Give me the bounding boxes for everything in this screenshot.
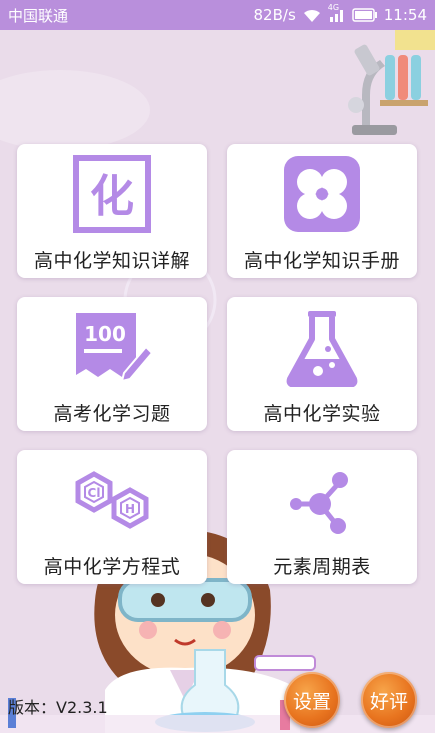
petals-icon	[284, 156, 360, 232]
signal-icon: 4G	[328, 3, 346, 23]
hexagon-molecule-icon: Cl H	[75, 471, 149, 529]
svg-text:100: 100	[84, 322, 126, 346]
card-exam-exercises[interactable]: 100 高考化学习题	[17, 297, 207, 431]
rate-button[interactable]: 好评	[361, 672, 417, 728]
card-knowledge-handbook[interactable]: 高中化学知识手册	[227, 144, 417, 278]
card-label: 元素周期表	[273, 556, 371, 578]
battery-icon	[352, 8, 377, 22]
network-speed: 82B/s	[253, 6, 296, 24]
card-label: 高中化学知识手册	[243, 250, 400, 272]
version-label: 版本：V2.3.1	[8, 698, 108, 717]
hua-character-icon: 化	[73, 155, 151, 233]
card-periodic-table[interactable]: 元素周期表	[227, 450, 417, 584]
molecule-node-icon	[290, 472, 348, 534]
card-label: 高中化学实验	[263, 403, 381, 425]
score-paper-icon: 100	[76, 313, 152, 383]
card-label: 高考化学习题	[53, 403, 171, 425]
card-experiments[interactable]: 高中化学实验	[227, 297, 417, 431]
status-bar: 中国联通 82B/s 4G 11:54	[0, 0, 435, 30]
card-equations[interactable]: Cl H 高中化学方程式	[17, 450, 207, 584]
svg-text:Cl: Cl	[88, 486, 101, 500]
card-label: 高中化学知识详解	[33, 250, 190, 272]
card-knowledge-detail[interactable]: 化 高中化学知识详解	[17, 144, 207, 278]
card-label: 高中化学方程式	[43, 556, 181, 578]
microscope-icon	[348, 30, 435, 135]
carrier-label: 中国联通	[8, 6, 69, 25]
flask-icon	[286, 311, 358, 387]
clock: 11:54	[383, 6, 427, 24]
svg-text:化: 化	[90, 171, 134, 222]
wifi-icon	[303, 9, 320, 22]
status-icons: 82B/s 4G 11:54	[253, 3, 427, 24]
settings-button[interactable]: 设置	[284, 672, 340, 728]
svg-text:H: H	[125, 502, 135, 516]
